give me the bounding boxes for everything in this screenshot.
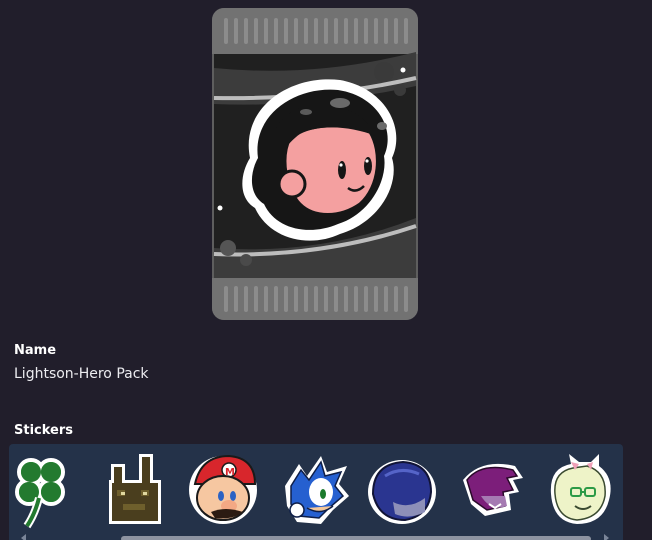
sticker-pack-image [210, 8, 420, 320]
scroll-right-icon[interactable] [604, 534, 609, 540]
name-label: Name [14, 343, 57, 358]
sticker-scrollbar[interactable] [9, 534, 623, 540]
scrollbar-thumb[interactable] [121, 536, 591, 540]
pack-name-value: Lightson-Hero Pack [14, 366, 149, 382]
pack-art-graphic [212, 8, 418, 320]
sonic-sticker-icon[interactable] [277, 450, 355, 530]
susie-sticker-icon[interactable] [451, 450, 529, 530]
ralsei-sticker-icon[interactable] [541, 450, 619, 530]
sticker-strip[interactable]: M [9, 444, 623, 540]
stickers-label: Stickers [14, 423, 74, 438]
kris-sticker-icon[interactable] [363, 450, 441, 530]
mario-sticker-icon[interactable]: M [185, 450, 263, 530]
pixel-bunny-sticker-icon[interactable] [97, 450, 175, 530]
sticker-pack-page: Name Lightson-Hero Pack Stickers M [0, 0, 652, 540]
scroll-left-icon[interactable] [21, 534, 26, 540]
clover-sticker-icon[interactable] [9, 450, 87, 530]
